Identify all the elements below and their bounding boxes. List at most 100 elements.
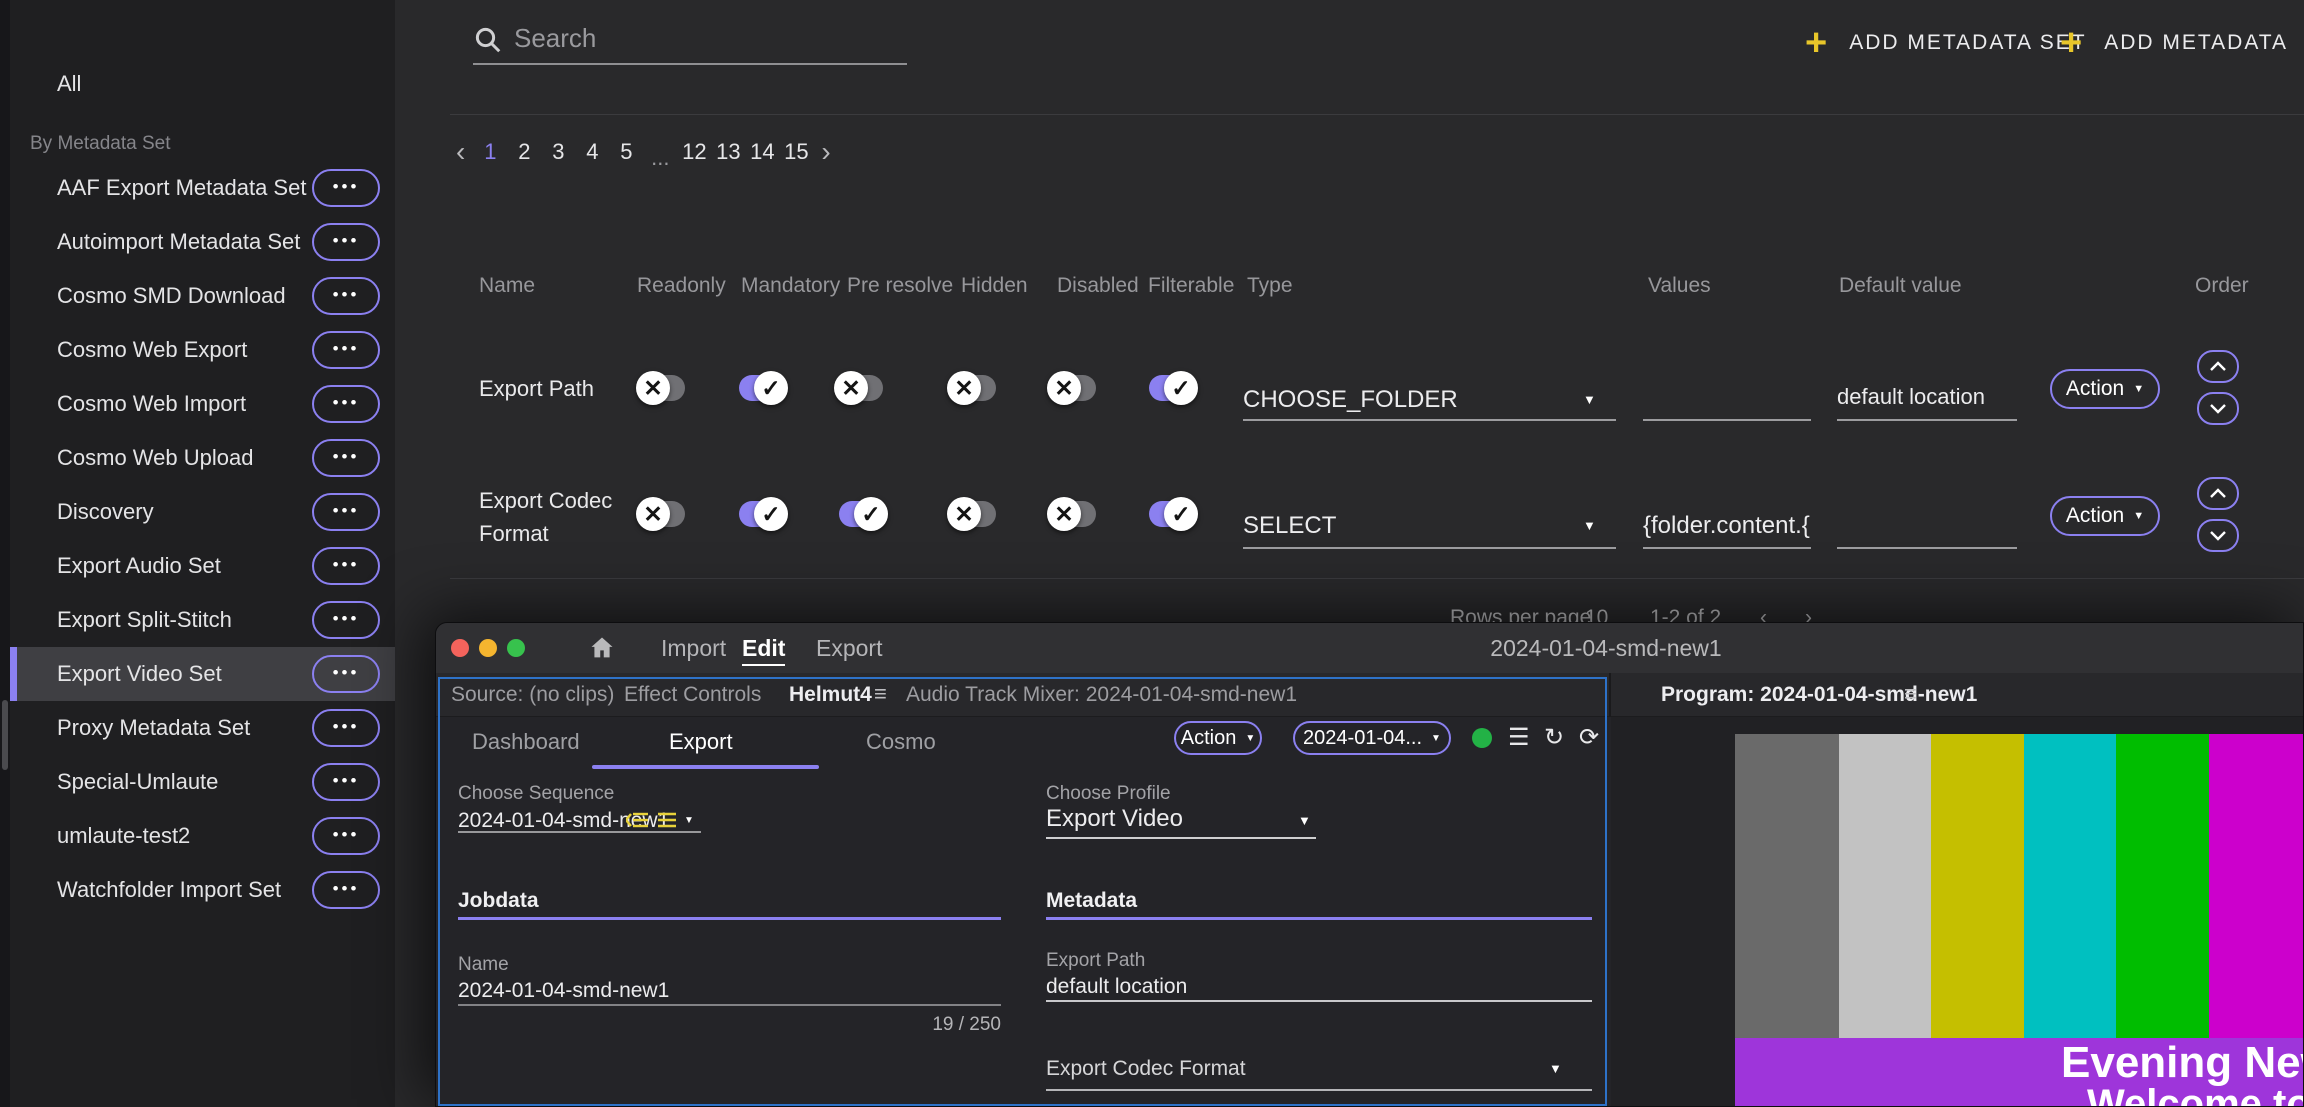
sidebar-item[interactable]: Export Split-Stitch••• xyxy=(10,593,395,647)
more-options-button[interactable]: ••• xyxy=(312,331,380,369)
tab-export[interactable]: Export xyxy=(816,623,882,673)
more-options-button[interactable]: ••• xyxy=(312,169,380,207)
export-codec-select[interactable]: Export Codec Format xyxy=(1046,1057,1246,1081)
sidebar-item[interactable]: Export Audio Set••• xyxy=(10,539,395,593)
window-titlebar[interactable]: Import Edit Export 2024-01-04-smd-new1 xyxy=(436,623,2303,673)
hidden-toggle[interactable] xyxy=(952,375,996,401)
tab-edit[interactable]: Edit xyxy=(742,623,785,673)
minimize-window-button[interactable] xyxy=(479,639,497,657)
dropdown-arrow-icon[interactable]: ▼ xyxy=(684,815,694,826)
disabled-toggle[interactable] xyxy=(1052,501,1096,527)
filterable-toggle[interactable] xyxy=(1149,501,1193,527)
sidebar-item[interactable]: AAF Export Metadata Set••• xyxy=(10,161,395,215)
page-button[interactable]: 4 xyxy=(579,139,605,165)
page-button[interactable]: 12 xyxy=(681,139,707,165)
panel-tab-source[interactable]: Source: (no clips) xyxy=(451,673,614,717)
preresolve-toggle[interactable] xyxy=(839,501,883,527)
page-button[interactable]: 14 xyxy=(749,139,775,165)
more-options-button[interactable]: ••• xyxy=(312,655,380,693)
readonly-toggle[interactable] xyxy=(641,501,685,527)
panel-tab-effects[interactable]: Effect Controls xyxy=(624,673,761,717)
default-value-field[interactable]: default location xyxy=(1837,384,1985,410)
maximize-window-button[interactable] xyxy=(507,639,525,657)
add-metadata-button[interactable]: + ADD METADATA xyxy=(2060,22,2288,64)
mandatory-toggle[interactable] xyxy=(739,375,783,401)
page-button[interactable]: 3 xyxy=(545,139,571,165)
list-menu-icon[interactable] xyxy=(658,811,676,829)
helmut-tab-cosmo[interactable]: Cosmo xyxy=(866,717,936,767)
sidebar-scrollbar[interactable] xyxy=(2,700,8,770)
sidebar-item[interactable]: Special-Umlaute••• xyxy=(10,755,395,809)
more-options-button[interactable]: ••• xyxy=(312,385,380,423)
panel-tab-audio-mixer[interactable]: Audio Track Mixer: 2024-01-04-smd-new1 xyxy=(906,673,1297,717)
name-input[interactable]: 2024-01-04-smd-new1 xyxy=(458,979,669,1003)
move-down-button[interactable] xyxy=(2197,519,2239,552)
move-up-button[interactable] xyxy=(2197,350,2239,383)
more-options-button[interactable]: ••• xyxy=(312,601,380,639)
search-input[interactable] xyxy=(512,18,892,58)
helmut-tab-dashboard[interactable]: Dashboard xyxy=(472,717,580,767)
queue-list-icon[interactable]: ☰ xyxy=(1508,723,1530,753)
dropdown-arrow-icon[interactable]: ▼ xyxy=(1549,1061,1562,1076)
hidden-toggle[interactable] xyxy=(952,501,996,527)
move-down-button[interactable] xyxy=(2197,392,2239,425)
helmut-tab-export[interactable]: Export xyxy=(669,717,733,767)
page-button[interactable]: 13 xyxy=(715,139,741,165)
page-button[interactable]: 1 xyxy=(477,139,503,165)
sync-icon[interactable]: ⟳ xyxy=(1579,723,1599,753)
more-options-button[interactable]: ••• xyxy=(312,763,380,801)
values-underline[interactable] xyxy=(1643,419,1811,421)
sidebar-item[interactable]: Autoimport Metadata Set••• xyxy=(10,215,395,269)
more-options-button[interactable]: ••• xyxy=(312,709,380,747)
more-options-button[interactable]: ••• xyxy=(312,817,380,855)
values-field[interactable]: {folder.content.{ xyxy=(1643,512,1810,540)
mandatory-toggle[interactable] xyxy=(739,501,783,527)
action-button[interactable]: Action▼ xyxy=(2050,369,2160,409)
tab-import[interactable]: Import xyxy=(661,623,726,673)
page-button[interactable]: 5 xyxy=(613,139,639,165)
sequence-icon[interactable] xyxy=(626,811,648,829)
disabled-toggle[interactable] xyxy=(1052,375,1096,401)
more-options-button[interactable]: ••• xyxy=(312,277,380,315)
dropdown-arrow-icon[interactable]: ▼ xyxy=(1298,813,1311,828)
sidebar-item-selected[interactable]: Export Video Set••• xyxy=(10,647,395,701)
sidebar-item[interactable]: Cosmo Web Import••• xyxy=(10,377,395,431)
sidebar-item[interactable]: Proxy Metadata Set••• xyxy=(10,701,395,755)
panel-tab-helmut[interactable]: Helmut4 xyxy=(789,673,872,717)
more-options-button[interactable]: ••• xyxy=(312,223,380,261)
choose-profile-select[interactable]: Export Video xyxy=(1046,805,1183,833)
preresolve-toggle[interactable] xyxy=(839,375,883,401)
more-options-button[interactable]: ••• xyxy=(312,871,380,909)
more-options-button[interactable]: ••• xyxy=(312,547,380,585)
sidebar-item[interactable]: Watchfolder Import Set••• xyxy=(10,863,395,917)
more-options-button[interactable]: ••• xyxy=(312,439,380,477)
type-select[interactable]: CHOOSE_FOLDER xyxy=(1243,386,1458,414)
default-underline[interactable] xyxy=(1837,547,2017,549)
next-page-icon[interactable]: › xyxy=(821,137,830,167)
export-path-input[interactable]: default location xyxy=(1046,975,1187,999)
more-options-button[interactable]: ••• xyxy=(312,493,380,531)
sidebar-item[interactable]: Discovery••• xyxy=(10,485,395,539)
dropdown-arrow-icon[interactable]: ▼ xyxy=(1583,392,1596,407)
refresh-icon[interactable]: ↻ xyxy=(1544,723,1564,753)
page-button[interactable]: 15 xyxy=(783,139,809,165)
sidebar-item[interactable]: Cosmo SMD Download••• xyxy=(10,269,395,323)
action-button[interactable]: Action▼ xyxy=(2050,496,2160,536)
page-button[interactable]: 2 xyxy=(511,139,537,165)
previous-page-icon[interactable]: ‹ xyxy=(456,137,465,167)
sidebar-item-all[interactable]: All xyxy=(10,60,395,108)
panel-menu-icon[interactable]: ≡ xyxy=(874,673,887,717)
type-select[interactable]: SELECT xyxy=(1243,512,1336,540)
close-window-button[interactable] xyxy=(451,639,469,657)
panel-menu-icon[interactable]: ≡ xyxy=(1904,673,1917,717)
dropdown-arrow-icon[interactable]: ▼ xyxy=(1583,518,1596,533)
sidebar-item[interactable]: Cosmo Web Upload••• xyxy=(10,431,395,485)
panel-tab-program[interactable]: Program: 2024-01-04-smd-new1 xyxy=(1661,673,1977,717)
home-icon[interactable] xyxy=(588,634,616,662)
preset-dropdown[interactable]: 2024-01-04...▼ xyxy=(1293,721,1451,755)
action-dropdown[interactable]: Action▼ xyxy=(1174,721,1262,755)
move-up-button[interactable] xyxy=(2197,477,2239,510)
sidebar-item[interactable]: Cosmo Web Export••• xyxy=(10,323,395,377)
filterable-toggle[interactable] xyxy=(1149,375,1193,401)
sidebar-item[interactable]: umlaute-test2••• xyxy=(10,809,395,863)
